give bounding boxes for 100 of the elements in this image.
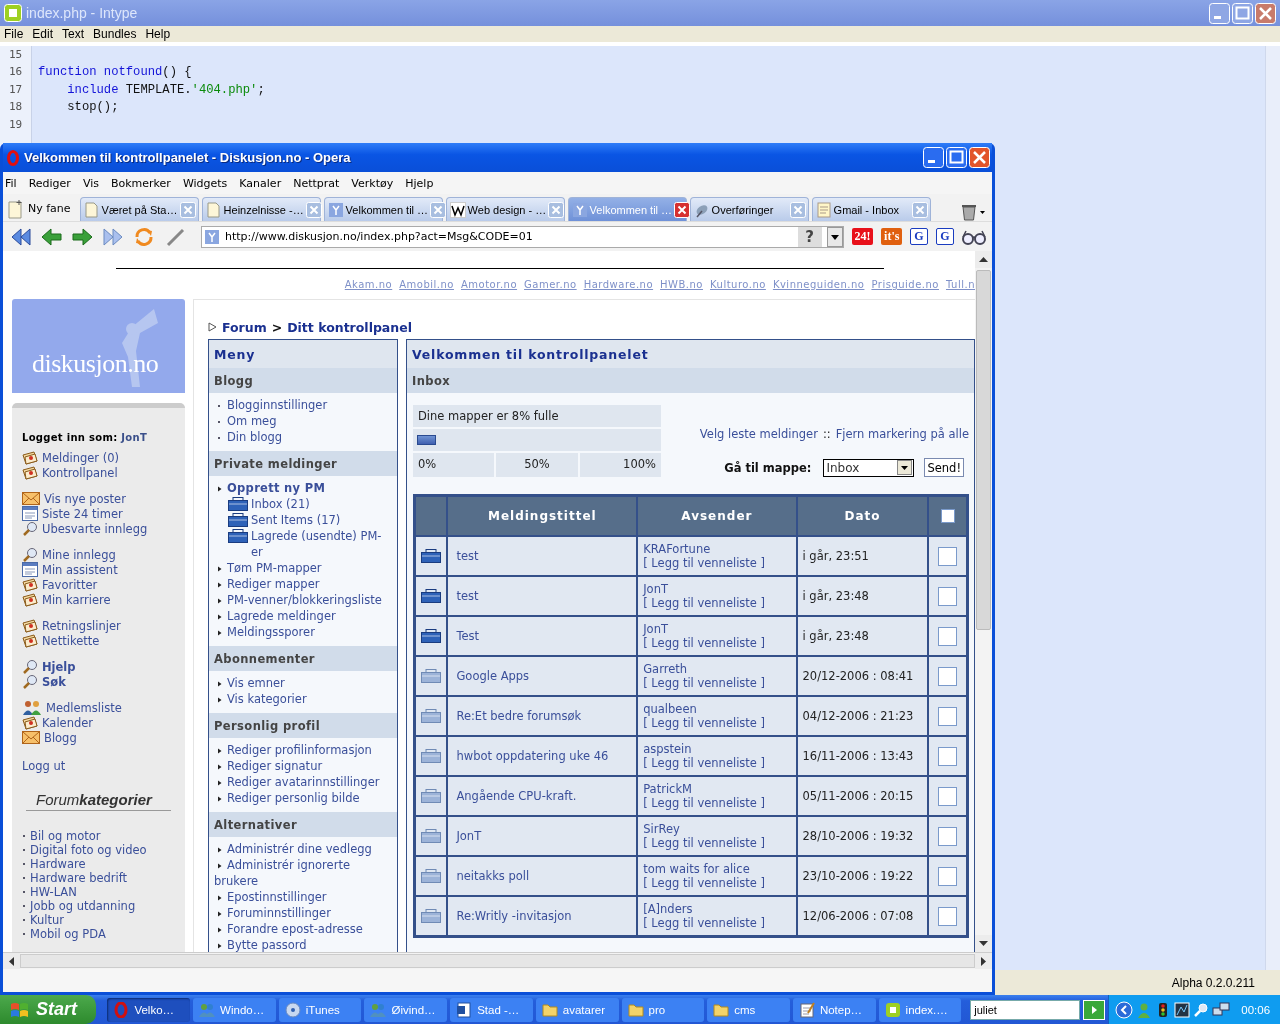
category-link[interactable]: HW-LAN — [22, 885, 185, 899]
minimize-button[interactable] — [1209, 2, 1230, 24]
menu-link[interactable]: Administrér dine vedlegg — [214, 841, 393, 857]
menu-link[interactable]: Lagrede (usendte) PM-er — [214, 528, 393, 560]
menu-item[interactable]: Verktøy — [351, 176, 406, 190]
breadcrumb-link[interactable]: Forum — [222, 319, 267, 335]
add-friend-link[interactable]: [ Legg til venneliste ] — [643, 596, 766, 610]
add-friend-link[interactable]: [ Legg til venneliste ] — [643, 676, 766, 690]
rewind-button[interactable] — [9, 225, 32, 248]
maximize-button[interactable] — [946, 147, 967, 168]
menu-link[interactable]: Inbox (21) — [214, 496, 393, 512]
menu-item[interactable]: File — [4, 27, 33, 41]
add-friend-link[interactable]: [ Legg til venneliste ] — [643, 836, 766, 850]
logout-link[interactable]: Logg ut — [22, 759, 185, 773]
sidebar-link[interactable]: Kalender — [22, 715, 185, 730]
checkbox[interactable] — [938, 626, 958, 646]
menu-link[interactable]: Rediger mapper — [214, 576, 393, 592]
menu-item[interactable]: Edit — [32, 27, 63, 41]
add-friend-link[interactable]: [ Legg til venneliste ] — [643, 636, 766, 650]
menu-link[interactable]: Vis emner — [214, 675, 393, 691]
maximize-button[interactable] — [1232, 2, 1253, 24]
menu-link[interactable]: Blogginnstillinger — [214, 397, 393, 413]
toolbar-badge-button[interactable]: 24! — [851, 228, 874, 245]
checkbox[interactable] — [938, 866, 958, 886]
sender-link[interactable]: SirRey — [643, 822, 680, 836]
scroll-thumb[interactable] — [976, 270, 991, 630]
menu-link[interactable]: Rediger avatarinnstillinger — [214, 774, 393, 790]
go-button[interactable] — [1083, 999, 1106, 1020]
taskbar-button[interactable]: pro — [621, 997, 705, 1022]
sidebar-link[interactable]: Min assistent — [22, 562, 185, 577]
start-button[interactable]: Start — [0, 995, 97, 1024]
add-friend-link[interactable]: [ Legg til venneliste ] — [643, 716, 766, 730]
breadcrumb-link[interactable]: Ditt kontrollpanel — [287, 319, 412, 335]
close-button[interactable] — [969, 147, 990, 168]
dropdown-button[interactable] — [826, 226, 843, 247]
checkbox[interactable] — [938, 826, 958, 846]
add-friend-link[interactable]: [ Legg til venneliste ] — [643, 796, 766, 810]
sender-link[interactable]: tom waits for alice — [643, 862, 750, 876]
tab[interactable]: Gmail - Inbox — [811, 197, 931, 221]
help-button[interactable]: ? — [797, 226, 822, 247]
message-link[interactable]: Google Apps — [456, 669, 530, 683]
search-field[interactable]: juliet — [970, 999, 1081, 1020]
menu-item[interactable]: Bokmerker — [110, 176, 183, 190]
sidebar-link[interactable]: Ubesvarte innlegg — [22, 521, 185, 536]
menu-item[interactable]: Bundles — [93, 27, 146, 41]
scroll-down-button[interactable] — [975, 935, 992, 952]
sender-link[interactable]: JonT — [643, 622, 668, 636]
scroll-up-button[interactable] — [975, 251, 992, 268]
menu-link[interactable]: Vis kategorier — [214, 691, 393, 707]
sidebar-link[interactable]: Vis nye poster — [22, 491, 185, 506]
checkbox[interactable] — [938, 586, 958, 606]
sender-link[interactable]: qualbeen — [643, 702, 697, 716]
sender-link[interactable]: KRAFortune — [643, 542, 711, 556]
close-button[interactable] — [1255, 2, 1276, 24]
action-link[interactable]: Velg leste meldinger — [699, 427, 818, 441]
tab[interactable]: Overføringer — [689, 197, 809, 221]
action-link[interactable]: Fjern markering på alle — [835, 427, 969, 441]
folder-select[interactable]: Inbox — [823, 458, 915, 477]
checkbox[interactable] — [938, 906, 958, 926]
menu-item[interactable]: Hjelp — [405, 176, 446, 190]
menu-item[interactable]: Nettprat — [293, 176, 352, 190]
fast-forward-button[interactable] — [102, 225, 125, 248]
tab[interactable]: Velkommen til … — [323, 197, 443, 221]
checkbox[interactable] — [938, 546, 958, 566]
checkbox[interactable] — [938, 786, 958, 806]
menu-link[interactable]: Din blogg — [214, 429, 393, 445]
menu-link[interactable]: Sent Items (17) — [214, 512, 393, 528]
sidebar-link[interactable]: Kontrollpanel — [22, 465, 185, 480]
taskbar-button[interactable]: Stad -… — [450, 997, 533, 1022]
toolbar-badge-button[interactable]: G — [936, 228, 954, 245]
close-tab-button[interactable] — [548, 201, 565, 218]
scrollbar[interactable] — [1265, 46, 1280, 970]
close-tab-button[interactable] — [430, 201, 447, 218]
network-icon[interactable] — [1212, 1001, 1231, 1018]
message-link[interactable]: JonT — [456, 829, 482, 843]
sidebar-link[interactable]: Retningslinjer — [22, 618, 185, 633]
monitor-icon[interactable] — [1174, 1001, 1191, 1018]
sender-link[interactable]: PatrickM — [643, 782, 692, 796]
menu-link[interactable]: Rediger signatur — [214, 758, 393, 774]
message-link[interactable]: Test — [456, 629, 480, 643]
add-friend-link[interactable]: [ Legg til venneliste ] — [643, 876, 766, 890]
sidebar-link[interactable]: Søk — [22, 674, 185, 689]
category-link[interactable]: Digital foto og video — [22, 843, 185, 857]
sidebar-link[interactable]: Min karriere — [22, 592, 185, 607]
menu-link[interactable]: Om meg — [214, 413, 393, 429]
menu-link[interactable]: PM-venner/blokkeringsliste — [214, 592, 393, 608]
sidebar-link[interactable]: Hjelp — [22, 659, 185, 674]
checkbox[interactable] — [938, 666, 958, 686]
taskbar-button[interactable]: avatarer — [535, 997, 619, 1022]
taskbar-button[interactable]: Windo… — [193, 997, 276, 1022]
sender-link[interactable]: Garreth — [643, 662, 688, 676]
trash-icon[interactable] — [960, 203, 986, 221]
back-button[interactable] — [40, 225, 63, 248]
send-button[interactable]: Send! — [924, 458, 964, 477]
add-friend-link[interactable]: [ Legg til venneliste ] — [643, 916, 766, 930]
tab[interactable]: Heinzelnisse -… — [201, 197, 321, 221]
category-link[interactable]: Mobil og PDA — [22, 927, 185, 941]
menu-item[interactable]: Help — [145, 27, 180, 41]
sidebar-link[interactable]: Meldinger (0) — [22, 450, 185, 465]
category-link[interactable]: Kultur — [22, 913, 185, 927]
